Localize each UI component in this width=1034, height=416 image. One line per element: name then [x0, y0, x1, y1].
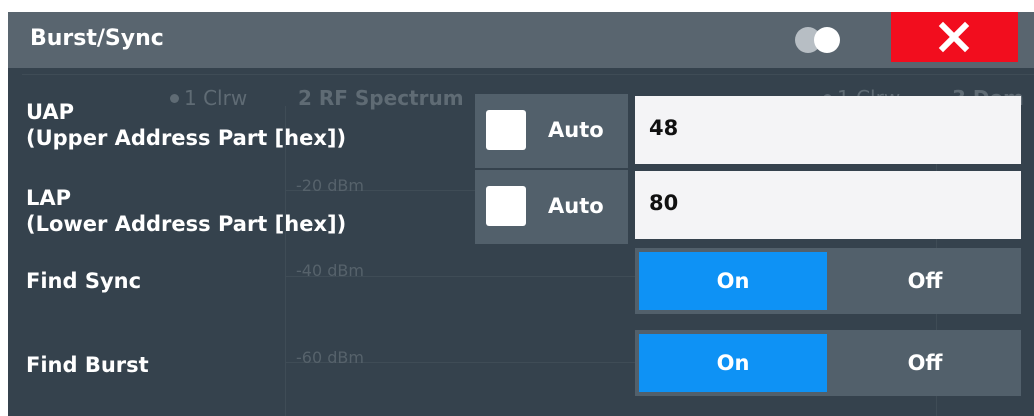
uap-value-field[interactable]: 48 [635, 96, 1021, 164]
uap-auto-label: Auto [548, 118, 604, 142]
grid-line [22, 74, 1034, 75]
dialog-title: Burst/Sync [30, 26, 164, 51]
uap-label: UAP (Upper Address Part [hex]) [26, 99, 346, 151]
find-burst-on-button[interactable]: On [639, 334, 827, 392]
find-burst-off-button[interactable]: Off [831, 334, 1019, 392]
uap-value: 48 [649, 116, 679, 140]
find-sync-label: Find Sync [26, 269, 142, 293]
lap-auto-checkbox[interactable]: Auto [475, 170, 628, 244]
y-tick-label: -60 dBm [296, 348, 364, 367]
uap-auto-check[interactable] [486, 110, 526, 150]
lap-auto-check[interactable] [486, 186, 526, 226]
burst-sync-dialog: 1 Clrw 2 RF Spectrum 1 Clrw 3 Dem -20 dB… [8, 12, 1034, 416]
lap-value-field[interactable]: 80 [635, 171, 1021, 239]
lap-label-line2: (Lower Address Part [hex]) [26, 212, 347, 236]
lap-label: LAP (Lower Address Part [hex]) [26, 185, 346, 237]
close-button[interactable] [891, 12, 1018, 62]
uap-auto-checkbox[interactable]: Auto [475, 94, 628, 168]
find-burst-toggle: On Off [635, 330, 1021, 396]
uap-label-line1: UAP [26, 100, 75, 124]
find-sync-on-button[interactable]: On [639, 252, 827, 310]
y-tick-label: -40 dBm [296, 261, 364, 280]
lap-value: 80 [649, 191, 679, 215]
overlapping-circles-icon[interactable] [794, 26, 848, 54]
dialog-titlebar: Burst/Sync [8, 12, 1034, 68]
lap-auto-label: Auto [548, 194, 604, 218]
find-sync-toggle: On Off [635, 248, 1021, 314]
find-burst-label: Find Burst [26, 353, 149, 377]
find-sync-off-button[interactable]: Off [831, 252, 1019, 310]
grid-line [285, 106, 286, 416]
uap-label-line2: (Upper Address Part [hex]) [26, 126, 347, 150]
close-x-icon [938, 21, 970, 53]
lap-label-line1: LAP [26, 186, 72, 210]
